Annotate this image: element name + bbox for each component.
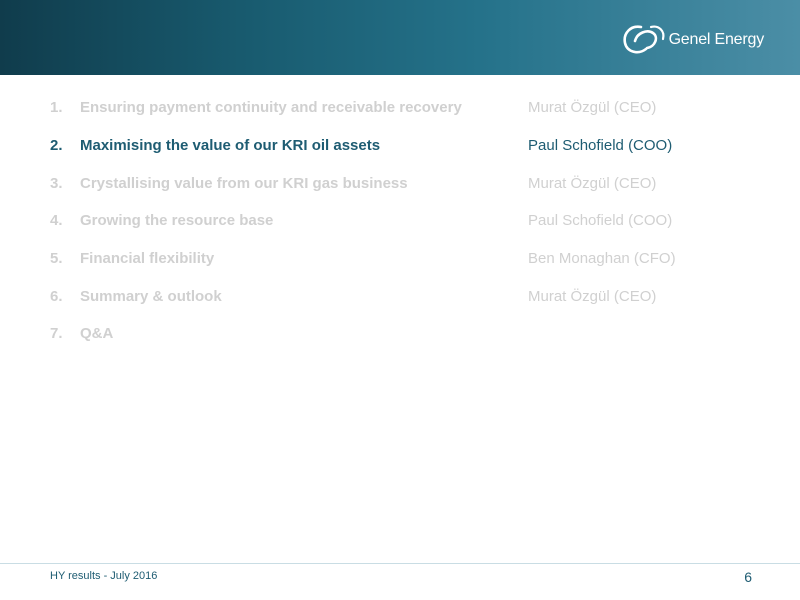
agenda-topic: Summary & outlook (80, 288, 222, 305)
agenda-number: 5. (50, 250, 63, 267)
header-banner: Genel Energy (0, 0, 800, 75)
agenda-number: 3. (50, 175, 63, 192)
agenda-item-4: 4. Growing the resource base Paul Schofi… (0, 209, 800, 233)
genel-logo-icon (622, 25, 665, 54)
agenda-topic: Financial flexibility (80, 250, 215, 267)
agenda-number: 1. (50, 99, 63, 116)
agenda-presenter: Paul Schofield (COO) (528, 137, 673, 154)
agenda-item-3: 3. Crystallising value from our KRI gas … (0, 172, 800, 196)
agenda-presenter: Ben Monaghan (CFO) (528, 250, 676, 267)
agenda-presenter: Paul Schofield (COO) (528, 212, 673, 229)
company-logo: Genel Energy (621, 20, 764, 58)
agenda-item-6: 6. Summary & outlook Murat Özgül (CEO) (0, 285, 800, 309)
agenda-item-2: 2. Maximising the value of our KRI oil a… (0, 134, 800, 158)
agenda-topic: Ensuring payment continuity and receivab… (80, 99, 462, 116)
agenda-presenter: Murat Özgül (CEO) (528, 99, 657, 116)
agenda-number: 6. (50, 288, 63, 305)
agenda-item-5: 5. Financial flexibility Ben Monaghan (C… (0, 247, 800, 271)
agenda-item-7: 7. Q&A (0, 322, 800, 346)
agenda-topic: Growing the resource base (80, 212, 274, 229)
logo-text: Genel Energy (668, 31, 765, 48)
agenda-number: 4. (50, 212, 63, 229)
agenda-number: 7. (50, 325, 63, 342)
agenda-topic: Crystallising value from our KRI gas bus… (80, 175, 408, 192)
agenda-item-1: 1. Ensuring payment continuity and recei… (0, 96, 800, 120)
agenda-presenter: Murat Özgül (CEO) (528, 175, 657, 192)
agenda-topic: Q&A (80, 325, 114, 342)
agenda-presenter: Murat Özgül (CEO) (528, 288, 657, 305)
footer-divider (0, 563, 800, 564)
agenda-topic: Maximising the value of our KRI oil asse… (80, 137, 381, 154)
footer-caption: HY results - July 2016 (50, 570, 158, 582)
page-number: 6 (744, 569, 752, 585)
agenda-number: 2. (50, 137, 63, 154)
